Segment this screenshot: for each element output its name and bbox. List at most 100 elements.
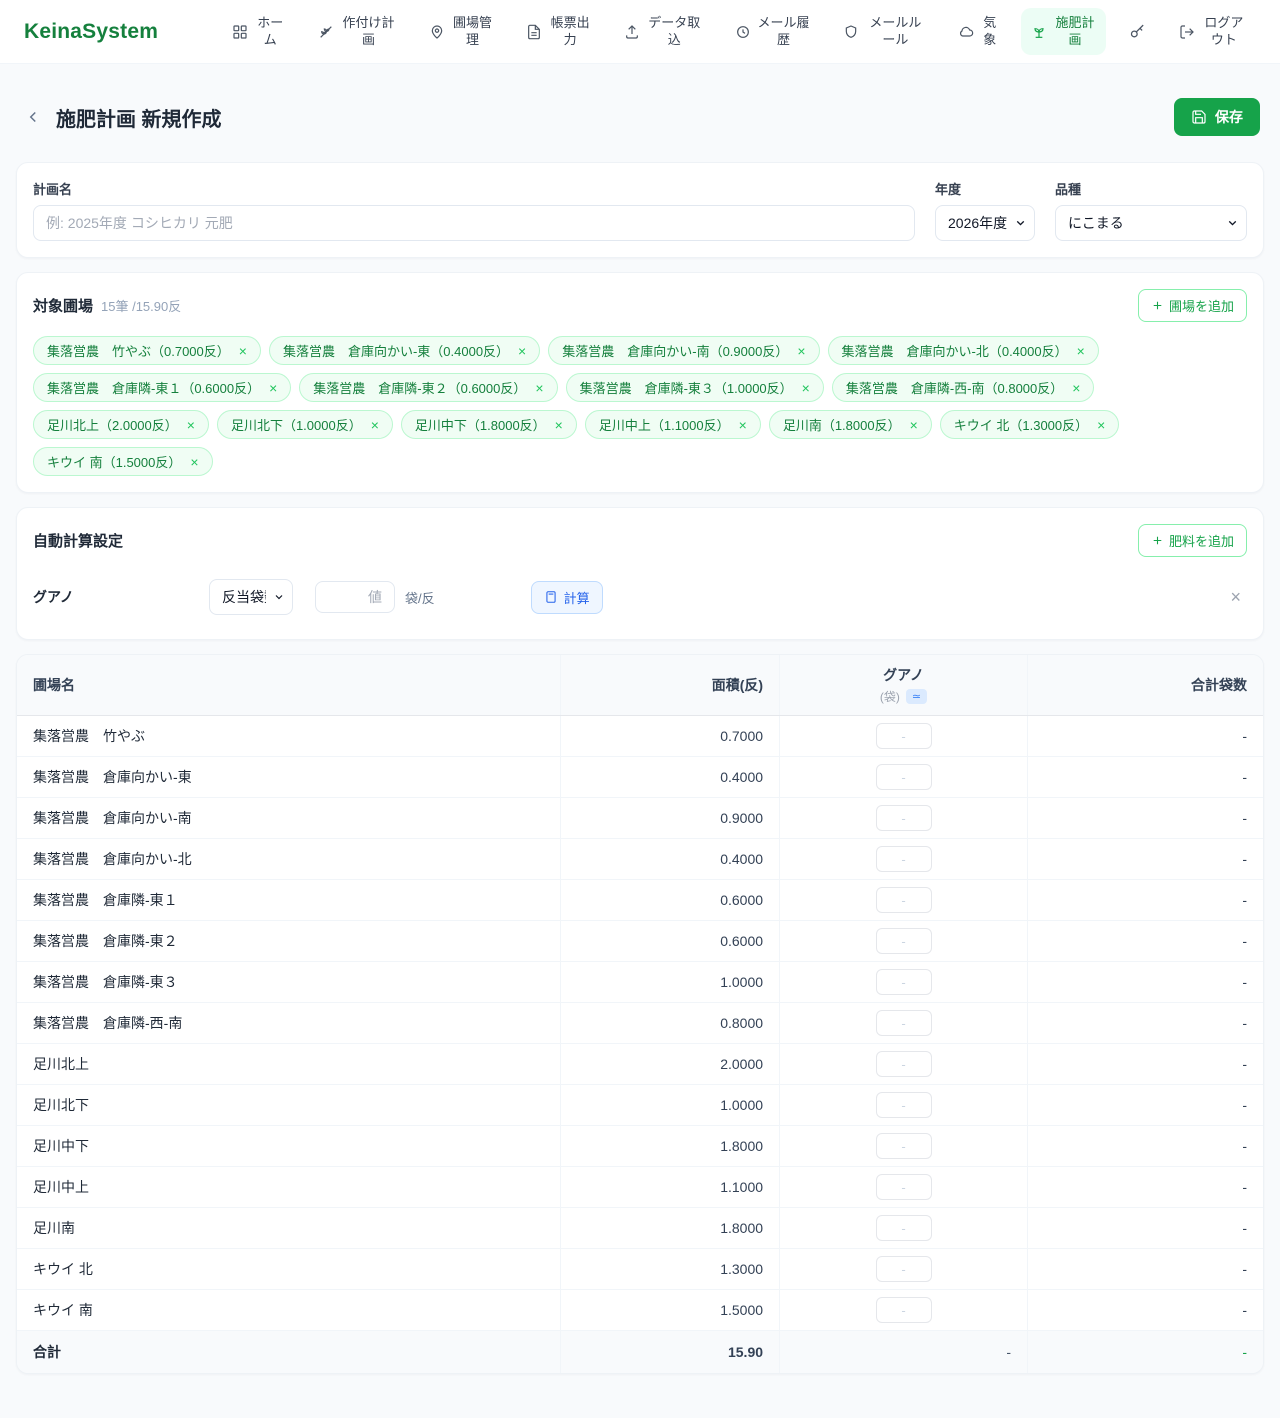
field-chip[interactable]: 集落営農 倉庫隣-西-南（0.8000反）× [832, 373, 1095, 402]
nav-label: 帳票出力 [549, 15, 591, 48]
table-header-row: 圃場名 面積(反) グアノ (袋) ≃ 合計袋数 [17, 655, 1263, 716]
table-row: 集落営農 倉庫隣-西-南0.8000- [17, 1003, 1263, 1044]
table-row: 集落営農 倉庫向かい-南0.9000- [17, 798, 1263, 839]
add-field-button[interactable]: 圃場を追加 [1138, 289, 1247, 322]
nav-label: ホーム [255, 15, 285, 48]
nav-item-field-management[interactable]: 圃場管理 [419, 8, 504, 55]
total-bags-value: - [1027, 716, 1263, 757]
field-chip[interactable]: 集落営農 竹やぶ（0.7000反）× [33, 336, 261, 365]
nav-item-weather[interactable]: 気象 [948, 8, 1008, 55]
save-label: 保存 [1215, 107, 1243, 127]
nav-label: 圃場管理 [452, 15, 494, 48]
guano-bags-input[interactable] [876, 1256, 932, 1282]
rounding-badge[interactable]: ≃ [906, 689, 927, 704]
chip-close-icon[interactable]: × [269, 381, 277, 395]
nav-item-home[interactable]: ホーム [222, 8, 295, 55]
calculate-button[interactable]: 計算 [531, 581, 603, 614]
save-button[interactable]: 保存 [1174, 98, 1260, 136]
guano-bags-input[interactable] [876, 887, 932, 913]
chip-close-icon[interactable]: × [1077, 344, 1085, 358]
remove-fertilizer-button[interactable]: × [1224, 585, 1247, 610]
chip-close-icon[interactable]: × [239, 344, 247, 358]
chip-close-icon[interactable]: × [190, 455, 198, 469]
guano-unit-label: (袋) [880, 688, 900, 705]
table-row: 集落営農 倉庫隣-東１0.6000- [17, 880, 1263, 921]
chip-close-icon[interactable]: × [1072, 381, 1080, 395]
table-row: 足川北上2.0000- [17, 1044, 1263, 1085]
brand-logo[interactable]: KeinaSystem [24, 20, 158, 44]
nav-item-password[interactable] [1119, 16, 1156, 47]
chip-close-icon[interactable]: × [187, 418, 195, 432]
chip-close-icon[interactable]: × [1097, 418, 1105, 432]
nav-label: 作付け計画 [341, 15, 396, 48]
grid-icon [232, 24, 248, 40]
nav-label: 気象 [981, 15, 998, 48]
field-chip[interactable]: 足川中下（1.8000反）× [401, 410, 577, 439]
guano-bags-input[interactable] [876, 1174, 932, 1200]
field-chip[interactable]: 集落営農 倉庫向かい-東（0.4000反）× [269, 336, 540, 365]
total-bags-value: - [1027, 1290, 1263, 1331]
total-bags-value: - [1027, 1044, 1263, 1085]
nav-item-report-output[interactable]: 帳票出力 [516, 8, 601, 55]
guano-bags-input[interactable] [876, 846, 932, 872]
guano-bags-input[interactable] [876, 1092, 932, 1118]
field-chip[interactable]: 集落営農 倉庫隣-東１（0.6000反）× [33, 373, 291, 402]
field-chip[interactable]: 足川北上（2.0000反）× [33, 410, 209, 439]
nav-item-mail-history[interactable]: メール履歴 [725, 8, 820, 55]
field-chip[interactable]: キウイ 南（1.5000反）× [33, 447, 213, 476]
table-row: キウイ 南1.5000- [17, 1290, 1263, 1331]
guano-bags-input[interactable] [876, 764, 932, 790]
field-chip[interactable]: 集落営農 倉庫向かい-南（0.9000反）× [548, 336, 819, 365]
guano-bags-input[interactable] [876, 723, 932, 749]
guano-bags-input[interactable] [876, 928, 932, 954]
nav-item-data-import[interactable]: データ取込 [614, 8, 712, 55]
guano-bags-input[interactable] [876, 805, 932, 831]
chip-close-icon[interactable]: × [797, 344, 805, 358]
nav-label: ログアウト [1202, 15, 1246, 48]
field-chip[interactable]: 足川北下（1.0000反）× [217, 410, 393, 439]
chip-close-icon[interactable]: × [739, 418, 747, 432]
chip-close-icon[interactable]: × [518, 344, 526, 358]
total-bags-value: - [1027, 757, 1263, 798]
year-select[interactable]: 2026年度 [935, 205, 1035, 241]
total-bags: - [1027, 1331, 1263, 1374]
guano-bags-input[interactable] [876, 1010, 932, 1036]
guano-bags-input[interactable] [876, 1215, 932, 1241]
calc-mode-select[interactable]: 反当袋数 [209, 579, 293, 615]
calc-unit: 袋/反 [405, 588, 435, 607]
total-bags-value: - [1027, 1003, 1263, 1044]
nav-item-cropping-plan[interactable]: 作付け計画 [308, 8, 406, 55]
back-button[interactable] [20, 104, 46, 130]
field-chip[interactable]: キウイ 北（1.3000反）× [940, 410, 1120, 439]
total-bags-value: - [1027, 1126, 1263, 1167]
nav-item-fertilization-plan[interactable]: 施肥計画 [1021, 8, 1106, 55]
col-header-total-bags: 合計袋数 [1027, 655, 1263, 716]
variety-select[interactable]: にこまる [1055, 205, 1247, 241]
field-chip[interactable]: 足川中上（1.1000反）× [585, 410, 761, 439]
field-chip[interactable]: 足川南（1.8000反）× [769, 410, 932, 439]
col-header-area: 面積(反) [560, 655, 779, 716]
chip-close-icon[interactable]: × [910, 418, 918, 432]
chip-close-icon[interactable]: × [555, 418, 563, 432]
chip-close-icon[interactable]: × [371, 418, 379, 432]
table-row: 足川南1.8000- [17, 1208, 1263, 1249]
plus-icon [1151, 299, 1164, 312]
guano-bags-input[interactable] [876, 969, 932, 995]
guano-bags-input[interactable] [876, 1051, 932, 1077]
chip-close-icon[interactable]: × [802, 381, 810, 395]
chip-close-icon[interactable]: × [535, 381, 543, 395]
add-fertilizer-button[interactable]: 肥料を追加 [1138, 524, 1247, 557]
nav-item-mail-rules[interactable]: メールルール [833, 8, 936, 55]
field-chip[interactable]: 集落営農 倉庫隣-東３（1.0000反）× [566, 373, 824, 402]
table-row: 集落営農 倉庫隣-東３1.0000- [17, 962, 1263, 1003]
guano-bags-input[interactable] [876, 1297, 932, 1323]
calc-value-input[interactable] [315, 581, 395, 613]
field-chip[interactable]: 集落営農 倉庫向かい-北（0.4000反）× [828, 336, 1099, 365]
guano-bags-input[interactable] [876, 1133, 932, 1159]
field-chip[interactable]: 集落営農 倉庫隣-東２（0.6000反）× [299, 373, 557, 402]
plan-name-input[interactable] [33, 205, 915, 241]
table-row: 足川中上1.1000- [17, 1167, 1263, 1208]
nav-item-logout[interactable]: ログアウト [1169, 8, 1256, 55]
nav-label: メールルール [866, 15, 926, 48]
plan-info-card: 計画名 年度 2026年度 品種 にこまる [16, 162, 1264, 258]
